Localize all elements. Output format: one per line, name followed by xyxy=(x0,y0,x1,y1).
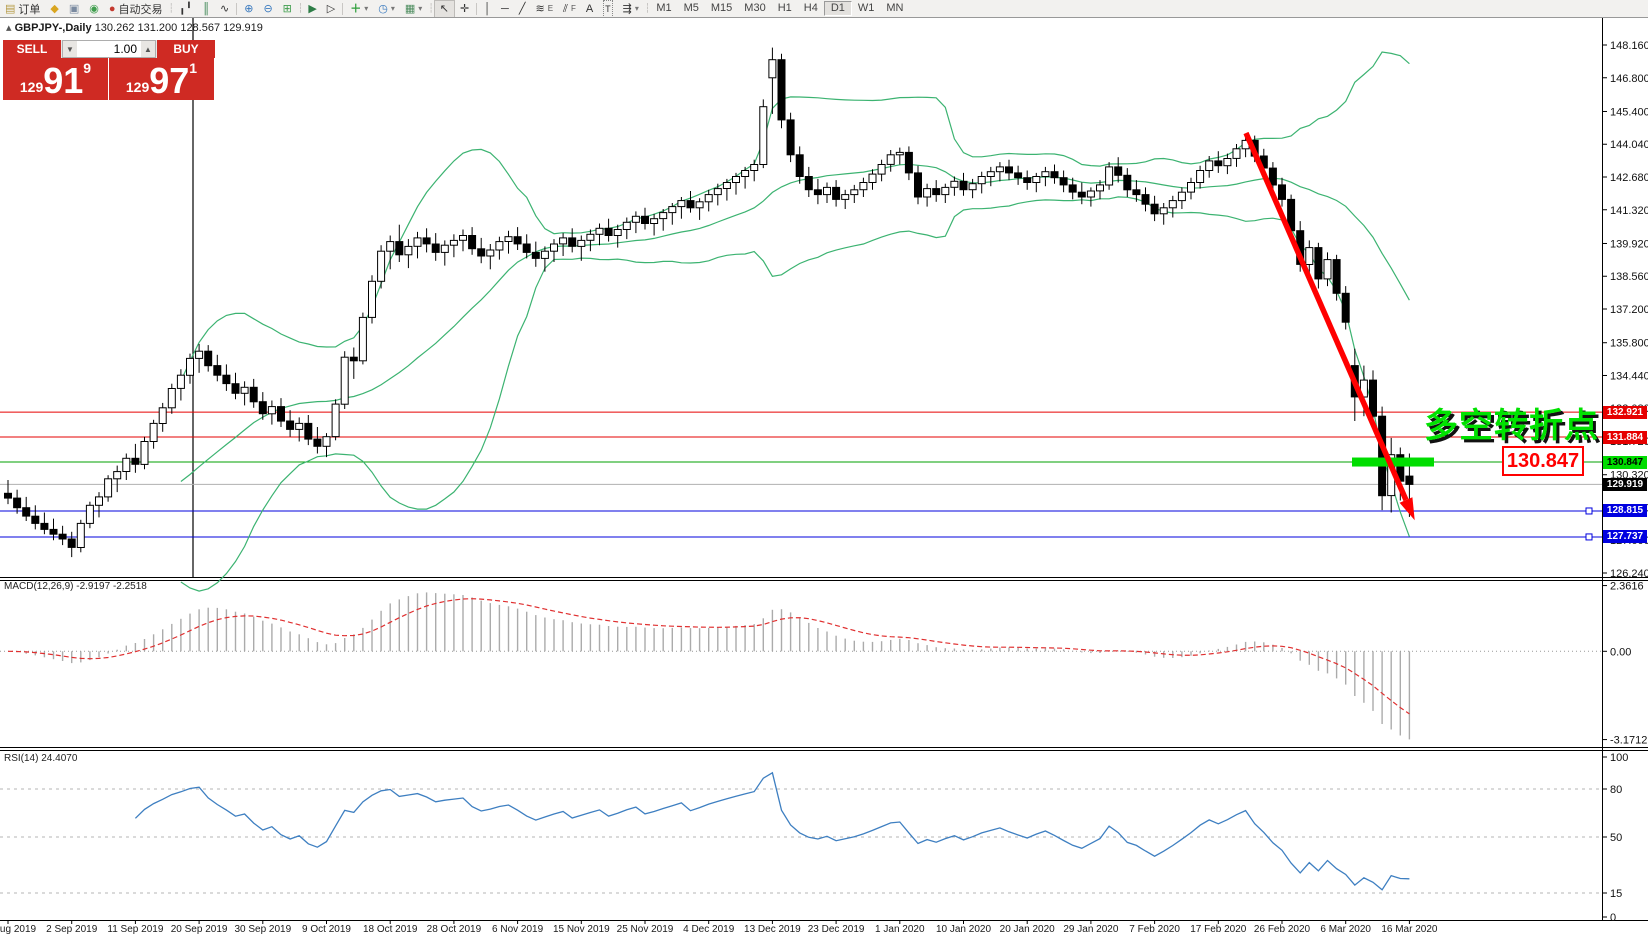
svg-text:2.3616: 2.3616 xyxy=(1610,581,1644,593)
date-label: 15 Nov 2019 xyxy=(553,924,610,935)
date-label: 20 Jan 2020 xyxy=(1000,924,1055,935)
svg-text:142.680: 142.680 xyxy=(1610,172,1648,184)
volume-down-button[interactable]: ▼ xyxy=(63,41,77,57)
price-level-chip: 131.884 xyxy=(1603,431,1647,444)
date-label: 13 Dec 2019 xyxy=(744,924,801,935)
mt4-window: ▤ 订单 ◆ ▣ ◉ ● 自动交易 ┆ ╻╹ ║ ∿ ⊕ ⊖ ⊞ ┆ ▶ ▷ ＋… xyxy=(0,0,1648,940)
date-label: 7 Feb 2020 xyxy=(1129,924,1180,935)
date-label: 20 Sep 2019 xyxy=(171,924,228,935)
date-label: 4 Dec 2019 xyxy=(683,924,734,935)
buy-price-prefix: 129 xyxy=(126,79,149,95)
volume-input[interactable] xyxy=(77,41,141,57)
svg-text:80: 80 xyxy=(1610,784,1622,796)
line-handle[interactable] xyxy=(1586,508,1592,514)
date-label: 1 Jan 2020 xyxy=(875,924,925,935)
svg-text:135.800: 135.800 xyxy=(1610,338,1648,350)
svg-text:134.440: 134.440 xyxy=(1610,370,1648,382)
sell-price[interactable]: 129919 xyxy=(3,58,109,100)
date-label: 16 Mar 2020 xyxy=(1381,924,1437,935)
date-label: 25 Nov 2019 xyxy=(617,924,674,935)
date-label: 23 Aug 2019 xyxy=(0,924,36,935)
date-label: 11 Sep 2019 xyxy=(107,924,163,935)
date-label: 6 Nov 2019 xyxy=(492,924,543,935)
price-level-chip: 127.737 xyxy=(1603,530,1647,543)
price-level-chip: 132.921 xyxy=(1603,406,1647,419)
date-label: 23 Dec 2019 xyxy=(808,924,865,935)
date-label: 6 Mar 2020 xyxy=(1320,924,1371,935)
buy-price-sup: 1 xyxy=(189,60,197,76)
buy-price[interactable]: 129971 xyxy=(109,58,214,100)
date-label: 30 Sep 2019 xyxy=(234,924,291,935)
line-handle[interactable] xyxy=(1586,534,1592,540)
svg-text:146.800: 146.800 xyxy=(1610,73,1648,85)
macd-label: MACD(12,26,9) -2.9197 -2.2518 xyxy=(4,581,147,592)
date-label: 10 Jan 2020 xyxy=(936,924,991,935)
buy-button[interactable]: BUY xyxy=(156,40,215,58)
svg-text:100: 100 xyxy=(1610,752,1628,764)
annotation-text[interactable]: 多空转折点 xyxy=(1424,398,1599,447)
date-label: 17 Feb 2020 xyxy=(1190,924,1246,935)
volume-up-button[interactable]: ▲ xyxy=(141,41,155,57)
svg-text:139.920: 139.920 xyxy=(1610,238,1648,250)
symbol-period-label: GBPJPY-,Daily xyxy=(15,22,92,34)
svg-text:0.00: 0.00 xyxy=(1610,646,1631,658)
svg-text:0: 0 xyxy=(1610,912,1616,924)
svg-text:144.040: 144.040 xyxy=(1610,139,1648,151)
one-click-trading-panel: SELL ▼ ▲ BUY 129919 129971 xyxy=(3,40,215,100)
sell-price-main: 91 xyxy=(43,65,83,97)
svg-text:126.240: 126.240 xyxy=(1610,568,1648,580)
sell-price-sup: 9 xyxy=(83,60,91,76)
svg-text:137.200: 137.200 xyxy=(1610,304,1648,316)
svg-text:145.400: 145.400 xyxy=(1610,106,1648,118)
date-label: 18 Oct 2019 xyxy=(363,924,417,935)
ohlc-values: 130.262 131.200 128.567 129.919 xyxy=(95,22,263,34)
price-level-chip: 128.815 xyxy=(1603,504,1647,517)
date-label: 26 Feb 2020 xyxy=(1254,924,1310,935)
date-label: 2 Sep 2019 xyxy=(46,924,97,935)
rsi-label: RSI(14) 24.4070 xyxy=(4,753,77,764)
buy-price-main: 97 xyxy=(149,65,189,97)
chart-canvas[interactable]: 148.160 146.800 145.400 144.040 142.680 141.3… xyxy=(0,0,1648,940)
date-axis: 23 Aug 2019 2 Sep 2019 11 Sep 2019 20 Sep 2… xyxy=(0,924,1648,938)
price-callout-box[interactable]: 130.847 xyxy=(1502,446,1584,476)
sell-price-prefix: 129 xyxy=(20,79,43,95)
price-level-chip: 130.847 xyxy=(1603,456,1647,469)
svg-text:148.160: 148.160 xyxy=(1610,40,1648,52)
sell-button[interactable]: SELL xyxy=(3,40,62,58)
date-label: 28 Oct 2019 xyxy=(427,924,481,935)
date-label: 29 Jan 2020 xyxy=(1063,924,1118,935)
price-level-chip: 129.919 xyxy=(1603,478,1647,491)
date-label: 9 Oct 2019 xyxy=(302,924,351,935)
svg-text:15: 15 xyxy=(1610,888,1622,900)
svg-text:50: 50 xyxy=(1610,832,1622,844)
volume-stepper: ▼ ▲ xyxy=(62,40,156,58)
svg-text:141.320: 141.320 xyxy=(1610,205,1648,217)
chart-title: ▴ GBPJPY-,Daily 130.262 131.200 128.567 … xyxy=(6,21,263,34)
svg-text:-3.1712: -3.1712 xyxy=(1610,735,1647,747)
chart-window-icon: ▴ xyxy=(6,22,15,34)
svg-text:138.560: 138.560 xyxy=(1610,271,1648,283)
